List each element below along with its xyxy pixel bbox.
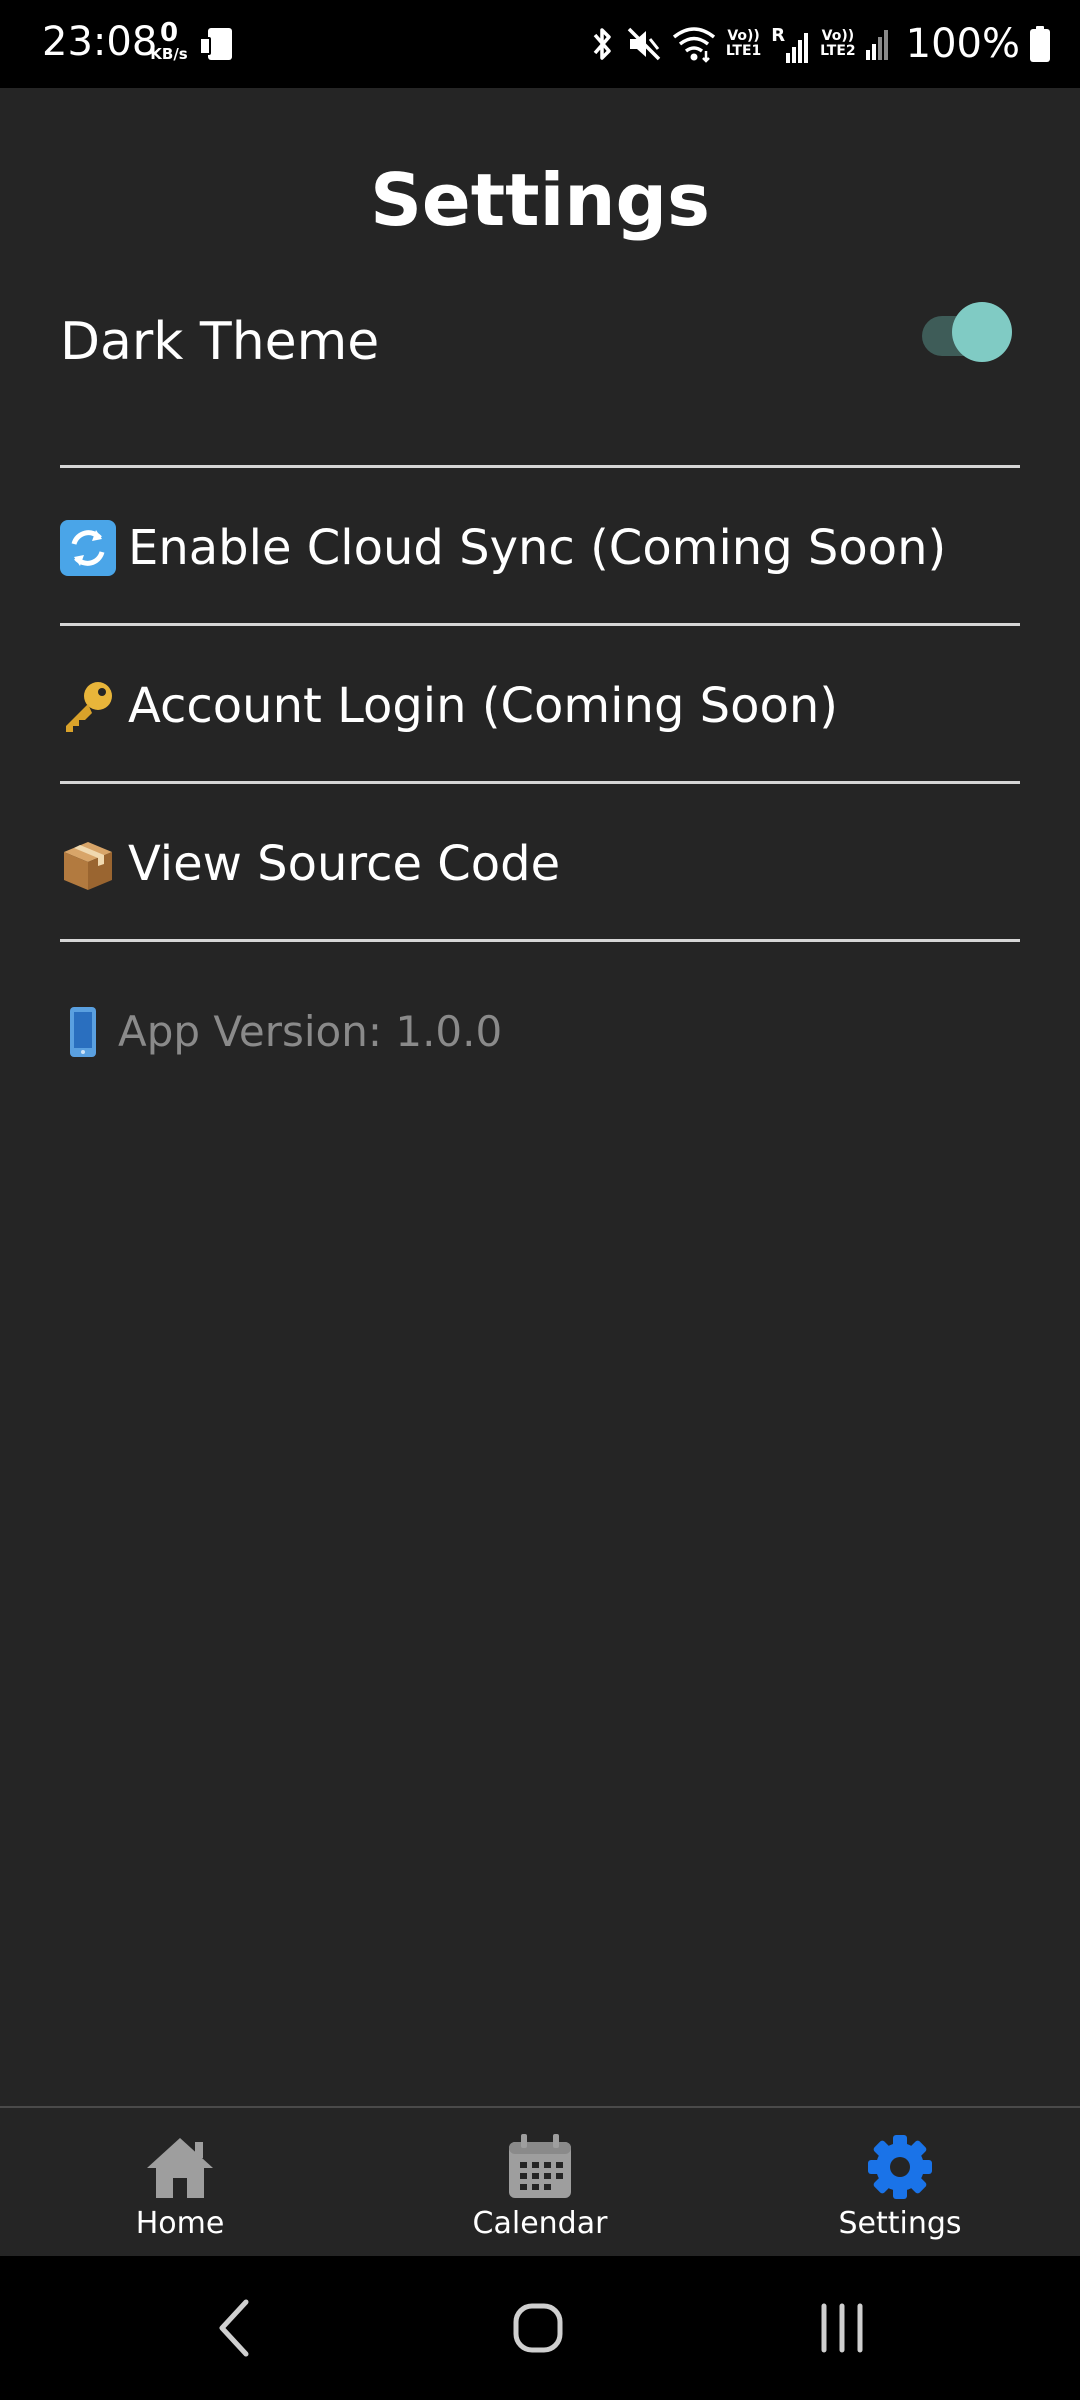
bluetooth-icon: [593, 28, 611, 60]
mobile-phone-icon: [70, 1007, 96, 1057]
divider: [60, 623, 1020, 626]
tab-settings-label: Settings: [838, 2206, 962, 2241]
divider: [60, 939, 1020, 942]
view-source-label: View Source Code: [128, 836, 561, 892]
battery-percent: 100%: [905, 21, 1020, 67]
tab-home[interactable]: Home: [0, 2108, 360, 2256]
back-icon: [219, 2299, 249, 2357]
tab-home-label: Home: [135, 2206, 225, 2241]
screen-mirror-icon: [198, 24, 238, 64]
cloud-sync-row[interactable]: Enable Cloud Sync (Coming Soon): [60, 473, 1020, 623]
battery-icon: [1030, 26, 1050, 62]
lte2-indicator: Vo)) LTE2: [820, 29, 855, 59]
divider: [60, 465, 1020, 468]
toggle-thumb: [952, 302, 1012, 362]
back-button[interactable]: [186, 2278, 286, 2378]
home-circle-icon: [513, 2303, 563, 2353]
network-speed-value: 0: [159, 18, 179, 48]
status-icons: Vo)) LTE1 R Vo)) LTE2 100%: [588, 20, 1050, 68]
gear-icon: [868, 2135, 932, 2199]
app-version-row: App Version: 1.0.0: [60, 1000, 502, 1064]
system-nav-bar: [0, 2256, 1080, 2400]
network-speed-unit: KB/s: [150, 45, 188, 63]
divider: [60, 781, 1020, 784]
wifi-icon: [672, 27, 715, 63]
dark-theme-toggle[interactable]: [910, 300, 1012, 364]
signal-icon: [786, 33, 809, 63]
key-icon: [66, 682, 112, 732]
lte1-label-bottom: LTE1: [725, 43, 762, 59]
mute-icon: [627, 27, 661, 61]
calendar-icon: [509, 2134, 571, 2198]
status-time: 23:08: [42, 19, 158, 65]
sim2-signal-icon: [865, 30, 888, 60]
account-login-row[interactable]: Account Login (Coming Soon): [60, 631, 1020, 781]
view-source-row[interactable]: View Source Code: [60, 789, 1020, 939]
lte1-label-top: Vo)): [727, 28, 760, 44]
tab-calendar[interactable]: Calendar: [360, 2108, 720, 2256]
status-bar: 23:08 0 KB/s Vo)) LTE1 R Vo)) LTE2 100%: [0, 0, 1080, 88]
network-speed: 0 KB/s: [148, 20, 190, 62]
dark-theme-row: Dark Theme: [60, 300, 1020, 390]
lte2-label-top: Vo)): [821, 28, 855, 44]
lte1-indicator: Vo)) LTE1: [726, 29, 761, 59]
home-icon: [147, 2138, 213, 2198]
dark-theme-label: Dark Theme: [60, 312, 380, 372]
recents-icon: [821, 2303, 863, 2353]
recents-button[interactable]: [792, 2278, 892, 2378]
lte2-label-bottom: LTE2: [820, 43, 856, 59]
bottom-tab-bar: Home Calendar Settings: [0, 2106, 1080, 2256]
package-icon: [64, 842, 112, 890]
page-title: Settings: [370, 158, 710, 242]
account-login-label: Account Login (Coming Soon): [128, 678, 839, 734]
app-version-label: App Version: 1.0.0: [118, 1007, 503, 1056]
sync-arrows-icon: [60, 520, 116, 576]
tab-settings[interactable]: Settings: [720, 2108, 1080, 2256]
cloud-sync-label: Enable Cloud Sync (Coming Soon): [128, 520, 947, 576]
home-button[interactable]: [488, 2278, 588, 2378]
tab-calendar-label: Calendar: [472, 2206, 608, 2241]
sim1-signal: R: [771, 25, 810, 63]
roaming-indicator: R: [771, 25, 786, 46]
